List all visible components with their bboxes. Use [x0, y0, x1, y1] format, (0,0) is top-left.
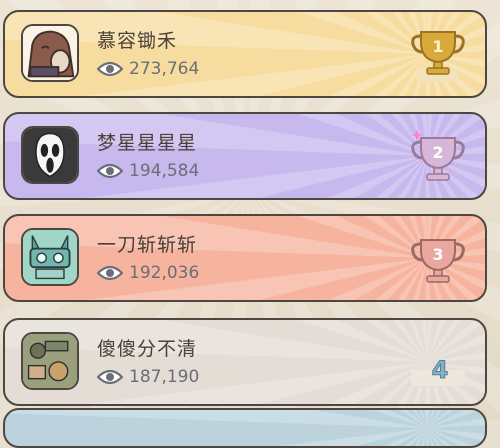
view-count-value: 194,584 — [129, 161, 200, 181]
avatar-bear[interactable] — [21, 24, 79, 82]
player-name: 慕容锄禾 — [97, 30, 178, 52]
rank-4-label: 4 — [432, 356, 449, 384]
eye-icon — [97, 61, 123, 77]
view-count: 192,036 — [97, 263, 199, 283]
player-name: 梦星星星星 — [97, 132, 198, 154]
player-name: 傻傻分不清 — [97, 338, 198, 360]
rank-badge: 4 — [405, 330, 471, 396]
leaderboard-row-4[interactable]: 傻傻分不清 187,190 4 — [3, 318, 487, 406]
view-count: 187,190 — [97, 367, 199, 387]
view-count: 194,584 — [97, 161, 199, 181]
eye-icon — [97, 265, 123, 281]
avatar-machine[interactable] — [21, 332, 79, 390]
rank-2-label: 2 — [432, 143, 443, 162]
player-name: 一刀斩斩斩 — [97, 234, 198, 256]
eye-icon — [97, 369, 123, 385]
bronze-trophy-icon: 3 — [405, 226, 471, 292]
view-count: 273,764 — [97, 59, 199, 79]
avatar-robot-bunny[interactable] — [21, 228, 79, 286]
view-count-value: 192,036 — [129, 263, 200, 283]
leaderboard-row-3[interactable]: 一刀斩斩斩 192,036 3 — [3, 214, 487, 302]
avatar-ghost-mask[interactable] — [21, 126, 79, 184]
silver-trophy-icon: 2 — [405, 124, 471, 190]
gold-trophy-icon: 1 — [405, 22, 471, 88]
view-count-value: 187,190 — [129, 367, 200, 387]
leaderboard-row-2[interactable]: 梦星星星星 194,584 2 — [3, 112, 487, 200]
view-count-value: 273,764 — [129, 59, 200, 79]
rank-1-label: 1 — [432, 37, 443, 56]
eye-icon — [97, 163, 123, 179]
rank-3-label: 3 — [432, 245, 443, 264]
leaderboard-row-1[interactable]: 慕容锄禾 273,764 1 — [3, 10, 487, 98]
leaderboard-row-5-partial[interactable] — [3, 408, 487, 448]
